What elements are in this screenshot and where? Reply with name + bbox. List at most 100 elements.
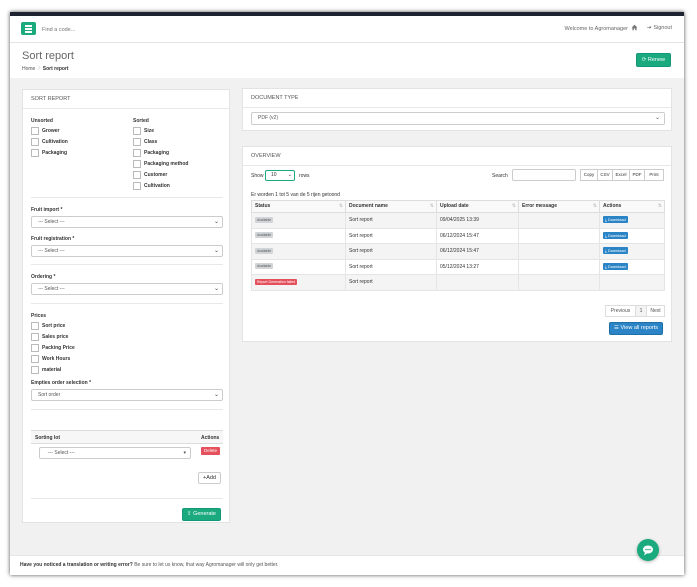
rows-per-page-select[interactable]: 10 ⌄ xyxy=(265,170,295,181)
checkbox[interactable] xyxy=(31,321,39,330)
print-button[interactable]: Print xyxy=(644,169,664,181)
actions-cell: ⤓ Download xyxy=(599,228,665,244)
unsorted-heading: Unsorted xyxy=(31,118,53,124)
checkbox[interactable] xyxy=(31,354,39,363)
sorted-item-packaging-method[interactable]: Packaging method xyxy=(133,159,188,168)
sorted-item-size[interactable]: Size xyxy=(133,126,154,135)
excel-button[interactable]: Excel xyxy=(612,169,630,181)
chat-icon xyxy=(643,545,653,556)
sort-icon: ⇅ xyxy=(338,203,343,209)
actions-cell xyxy=(599,275,665,291)
code-search-input[interactable] xyxy=(42,20,242,39)
download-button[interactable]: ⤓ Download xyxy=(603,216,628,224)
menu-toggle-button[interactable] xyxy=(21,22,36,35)
document-name-cell: Sort report xyxy=(345,213,437,229)
checkbox[interactable] xyxy=(133,170,141,179)
upload-date-cell xyxy=(436,275,519,291)
column-document-name[interactable]: Document name ⇅ xyxy=(345,200,437,213)
checkbox[interactable] xyxy=(133,181,141,190)
download-button[interactable]: ⤓ Download xyxy=(603,247,628,255)
signout-link[interactable]: ⇥ Signout xyxy=(647,25,672,31)
checkbox[interactable] xyxy=(133,159,141,168)
fruit-registration-label: Fruit registration * xyxy=(31,236,75,242)
csv-button[interactable]: CSV xyxy=(597,169,613,181)
sort-icon: ⇅ xyxy=(429,203,434,209)
footer: Have you noticed a translation or writin… xyxy=(10,555,684,575)
empties-label: Empties order selection * xyxy=(31,380,92,386)
price-item-work-hours[interactable]: Work Hours xyxy=(31,354,70,363)
page-header: Sort report Home / Sort report ⟳ Renew xyxy=(10,43,684,78)
sorted-heading: Sorted xyxy=(133,118,149,124)
table-row: Available Sort report 09/04/2025 13:39 ⤓ Do… xyxy=(251,213,665,229)
checkbox[interactable] xyxy=(133,137,141,146)
document-type-select[interactable]: PDF (v2) ⌄ xyxy=(251,112,665,125)
checkbox[interactable] xyxy=(31,126,39,135)
divider xyxy=(31,498,223,499)
footer-question: Have you noticed a translation or writin… xyxy=(20,562,133,568)
chat-button[interactable] xyxy=(637,539,659,561)
price-item-packing-price[interactable]: Packing Price xyxy=(31,343,75,352)
checkbox[interactable] xyxy=(133,148,141,157)
renew-button[interactable]: ⟳ Renew xyxy=(635,53,671,67)
home-icon[interactable] xyxy=(631,24,638,31)
sorting-lot-header: Sorting lot Actions xyxy=(31,430,223,444)
unsorted-item-cultivation[interactable]: Cultivation xyxy=(31,137,68,146)
error-message-cell xyxy=(518,275,600,291)
sorting-lot-table: Sorting lot Actions --- Select --- ▾ Dele… xyxy=(31,430,223,459)
document-name-cell: Sort report xyxy=(345,228,437,244)
status-badge: Available xyxy=(255,263,274,270)
ordering-select[interactable]: --- Select --- ⌄ xyxy=(31,283,223,295)
sorted-item-customer[interactable]: Customer xyxy=(133,170,167,179)
download-label: Download xyxy=(607,232,626,238)
breadcrumb-home[interactable]: Home xyxy=(22,66,35,72)
error-message-cell xyxy=(518,244,600,260)
column-upload-date[interactable]: Upload date ⇅ xyxy=(436,200,519,213)
checkbox[interactable] xyxy=(31,343,39,352)
pdf-button[interactable]: PDF xyxy=(629,169,645,181)
download-label: Download xyxy=(607,263,626,269)
price-item-sales-price[interactable]: Sales price xyxy=(31,332,68,341)
breadcrumb-current: Sort report xyxy=(42,66,69,72)
app-window: Welcome to Agromanager ⇥Signout Sort rep… xyxy=(10,12,684,575)
divider xyxy=(31,197,223,198)
copy-button[interactable]: Copy xyxy=(580,169,598,181)
generate-button[interactable]: ⇪ Generate xyxy=(181,508,221,521)
sort-report-panel: SORT REPORT Unsorted Sorted Grower Culti… xyxy=(22,89,230,523)
fruit-registration-select[interactable]: --- Select --- ⌄ xyxy=(31,245,223,257)
checkbox[interactable] xyxy=(31,365,39,374)
error-message-cell xyxy=(518,259,600,275)
checkbox[interactable] xyxy=(31,332,39,341)
sorted-item-packaging[interactable]: Packaging xyxy=(133,148,169,157)
fruit-import-select[interactable]: --- Select --- ⌄ xyxy=(31,216,223,228)
pagination-next[interactable]: Next xyxy=(646,305,665,317)
sorted-item-cultivation[interactable]: Cultivation xyxy=(133,181,170,190)
error-message-cell xyxy=(518,228,600,244)
sorted-item-class[interactable]: Class xyxy=(133,137,157,146)
table-search-input[interactable] xyxy=(512,169,576,181)
delete-button[interactable]: Delete xyxy=(201,447,221,455)
footer-text: Be sure to let us know, that way Agroman… xyxy=(132,562,279,568)
pagination-previous[interactable]: Previous xyxy=(605,305,636,317)
table-row: Available Sort report 05/12/2024 13:27 ⤓ Do… xyxy=(251,259,665,275)
checkbox[interactable] xyxy=(133,126,141,135)
column-error-message[interactable]: Error message ⇅ xyxy=(518,200,600,213)
overview-title: OVERVIEW xyxy=(243,147,671,166)
price-item-material[interactable]: material xyxy=(31,365,61,374)
sorting-lot-select[interactable]: --- Select --- ▾ xyxy=(39,447,191,459)
column-actions[interactable]: Actions ⇅ xyxy=(599,200,665,213)
price-item-sort-price[interactable]: Sort price xyxy=(31,321,65,330)
checkbox[interactable] xyxy=(31,148,39,157)
sorting-lot-column: Sorting lot xyxy=(35,435,60,441)
column-status[interactable]: Status ⇅ xyxy=(251,200,346,213)
empties-select[interactable]: Sort order ⌄ xyxy=(31,389,223,401)
download-button[interactable]: ⤓ Download xyxy=(603,231,628,239)
divider xyxy=(31,409,223,410)
view-all-reports-button[interactable]: ☰ View all reports xyxy=(609,322,663,335)
add-button[interactable]: +Add xyxy=(197,472,221,484)
unsorted-item-packaging[interactable]: Packaging xyxy=(31,148,67,157)
fruit-import-label: Fruit import * xyxy=(31,207,63,213)
breadcrumb-separator: / xyxy=(38,66,40,72)
checkbox[interactable] xyxy=(31,137,39,146)
unsorted-item-grower[interactable]: Grower xyxy=(31,126,60,135)
download-button[interactable]: ⤓ Download xyxy=(603,262,628,270)
